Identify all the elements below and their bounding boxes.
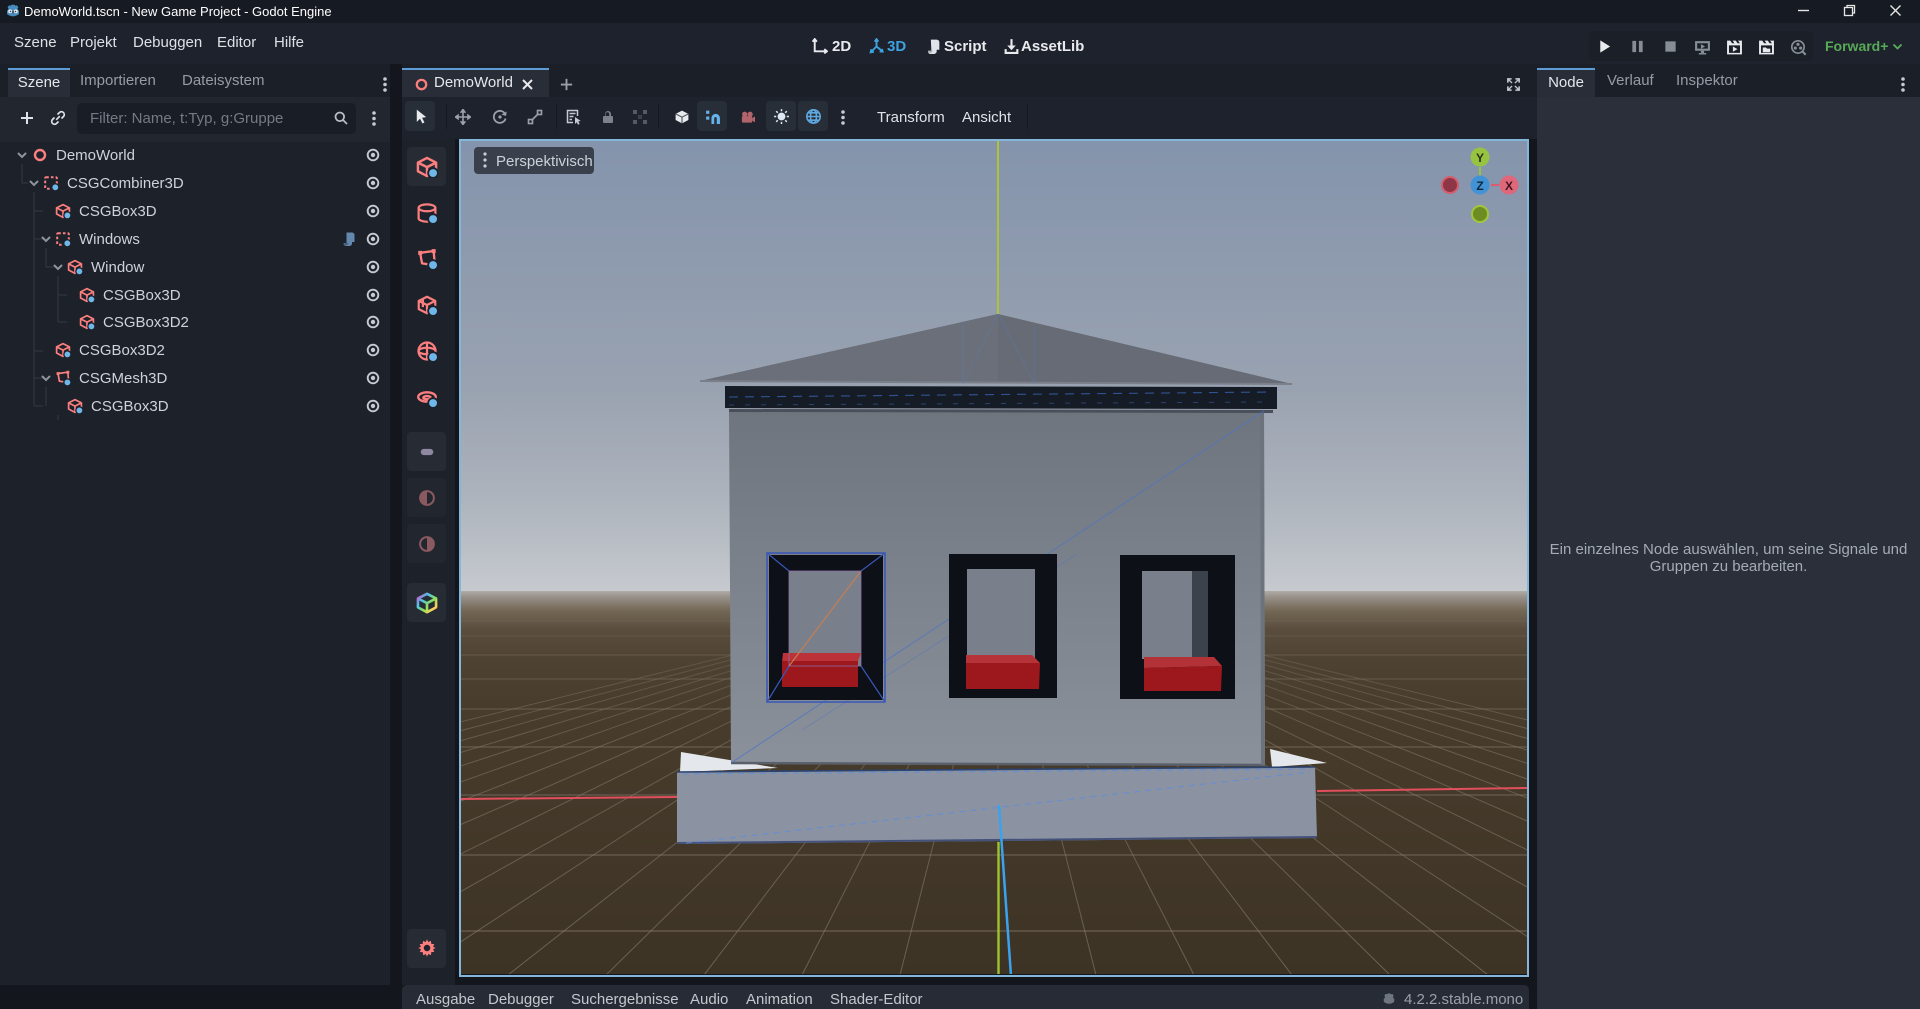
svg-text:Perspektivisch: Perspektivisch bbox=[496, 153, 593, 170]
svg-text:Y: Y bbox=[1476, 151, 1484, 165]
svg-text:X: X bbox=[1505, 179, 1513, 193]
svg-text:Z: Z bbox=[1476, 179, 1483, 193]
